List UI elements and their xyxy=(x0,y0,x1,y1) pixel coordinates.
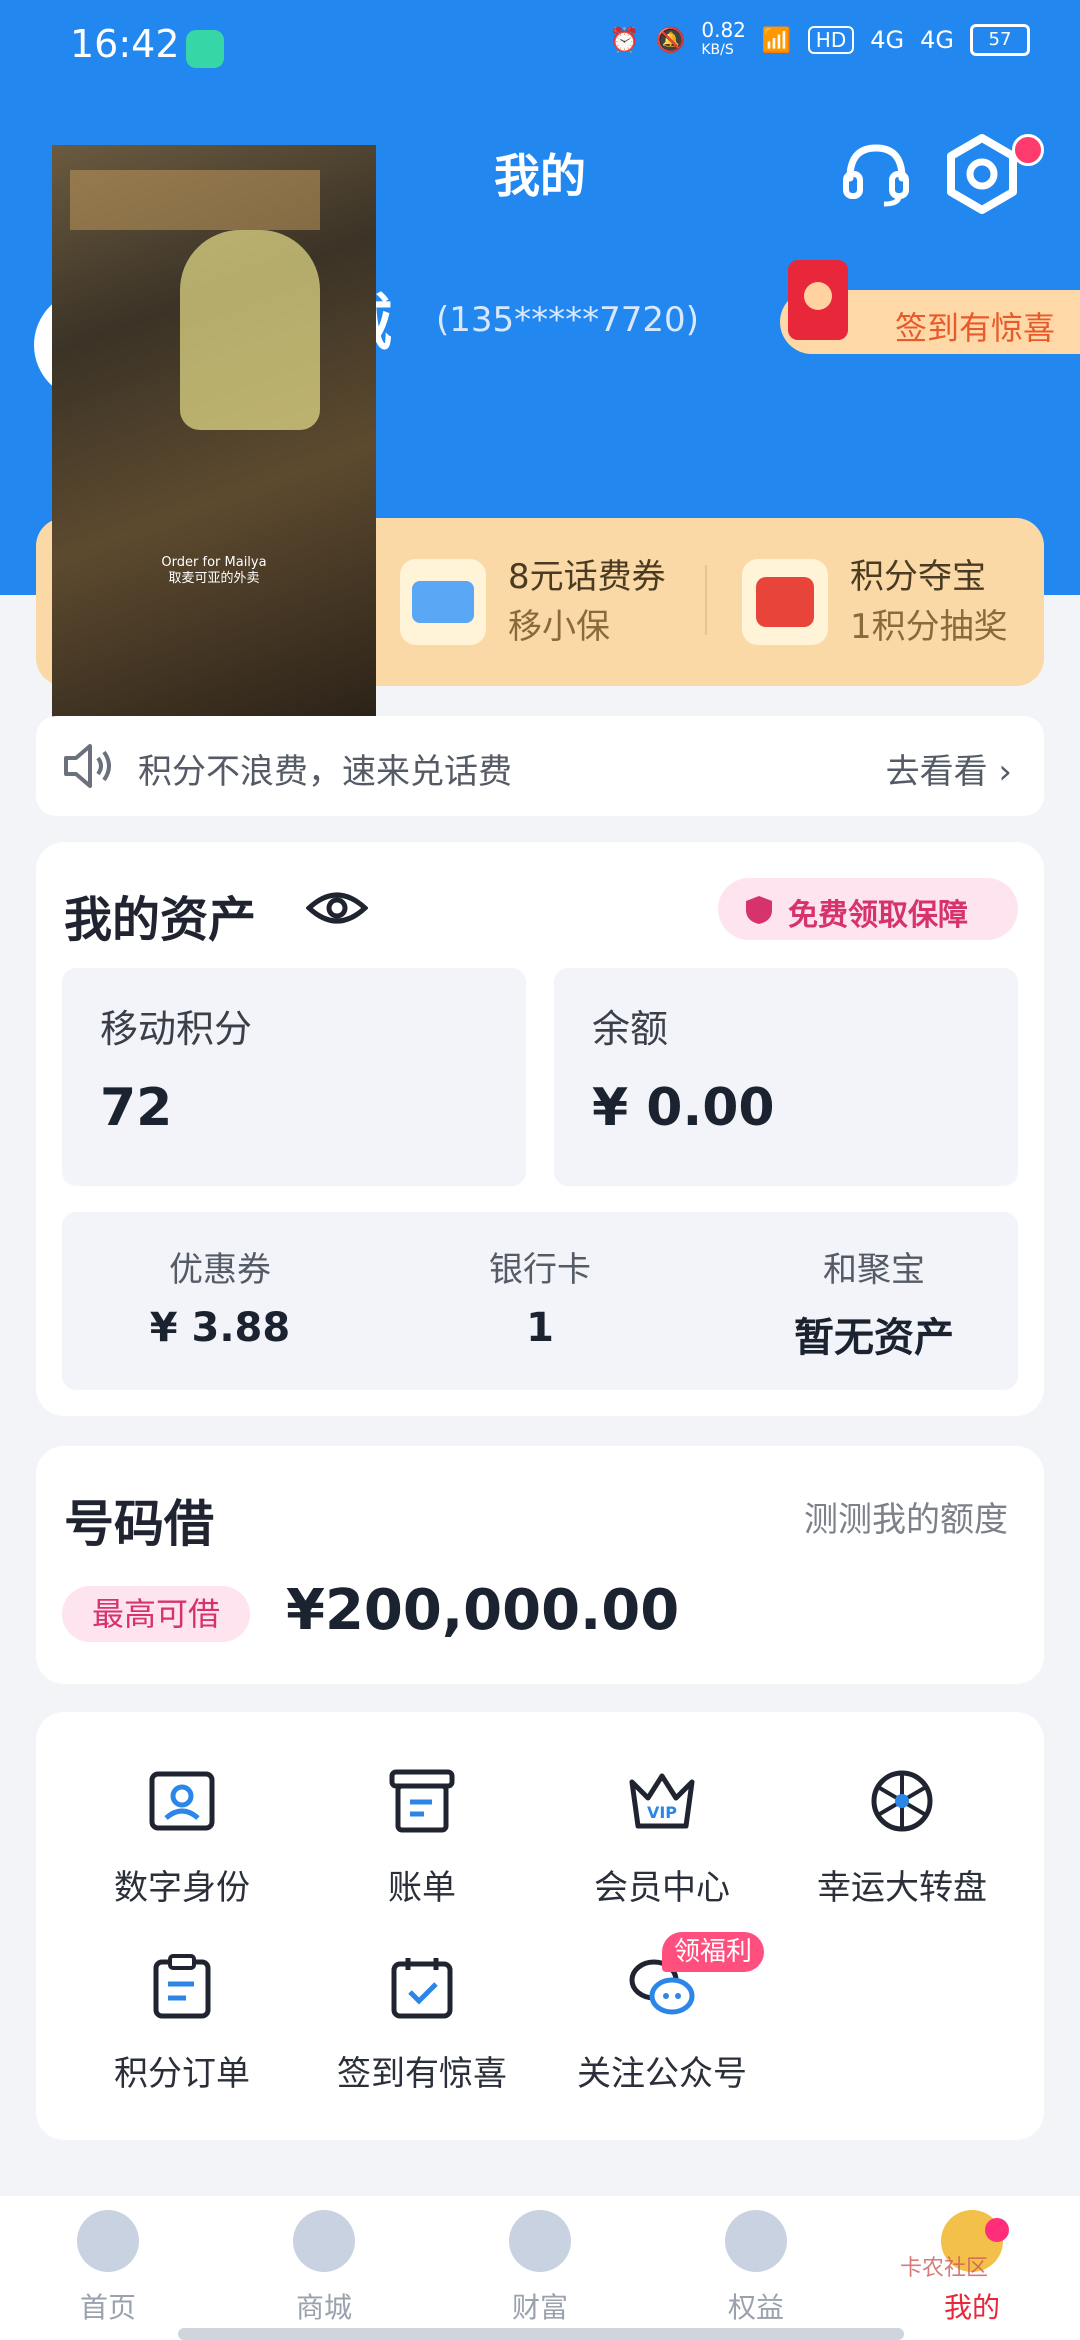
balance-label: 余额 xyxy=(592,1007,669,1051)
tab-notification-dot xyxy=(985,2218,1009,2242)
notice-text: 积分不浪费，速来兑话费 xyxy=(138,752,512,792)
gesture-home-bar[interactable] xyxy=(178,2328,904,2340)
promo-subtitle: 移小保 xyxy=(508,607,610,647)
video-caption: Order for Mailya 取麦可亚的外卖 xyxy=(161,555,267,586)
service-bill[interactable]: 账单 xyxy=(302,1768,542,1909)
notification-app-icon xyxy=(186,30,224,68)
welfare-badge: 领福利 xyxy=(662,1932,765,1972)
shield-icon xyxy=(746,896,772,924)
treasure-chest-icon xyxy=(742,559,828,645)
video-frame-light xyxy=(70,170,320,230)
tab-mall[interactable]: 商城 xyxy=(254,2210,394,2326)
status-time: 16:42 xyxy=(70,22,180,66)
promo-divider xyxy=(705,565,707,635)
home-icon xyxy=(77,2210,139,2272)
settings-gear-icon[interactable] xyxy=(940,132,1024,216)
loan-title: 号码借 xyxy=(64,1495,214,1553)
battery-icon: 57 xyxy=(970,24,1030,56)
wealth-icon xyxy=(509,2210,571,2272)
coupon-stat[interactable]: 优惠券 ¥ 3.88 xyxy=(100,1242,340,1351)
service-follow-official-account[interactable]: 关注公众号 xyxy=(542,1954,782,2095)
promo-title: 8元话费券 xyxy=(508,557,666,597)
hejubao-stat[interactable]: 和聚宝 暂无资产 xyxy=(754,1242,994,1363)
sign-in-reward-label[interactable]: 签到有惊喜 xyxy=(895,303,1055,349)
promo-item-treasure[interactable]: 积分夺宝 1积分抽奖 xyxy=(742,552,1008,652)
max-loan-tag: 最高可借 xyxy=(62,1586,250,1642)
balance-value: ¥ 0.00 xyxy=(592,1078,775,1138)
status-icons: ⏰ 🔕 0.82 KB/S 📶 HD 4G 4G 57 xyxy=(610,20,1030,60)
rights-icon xyxy=(725,2210,787,2272)
bill-icon xyxy=(389,1769,455,1833)
service-sign-in[interactable]: 签到有惊喜 xyxy=(302,1954,542,2095)
id-card-icon xyxy=(149,1771,215,1831)
tab-wealth[interactable]: 财富 xyxy=(470,2210,610,2326)
mall-icon xyxy=(293,2210,355,2272)
service-points-order[interactable]: 积分订单 xyxy=(62,1954,302,2095)
bankcard-stat[interactable]: 银行卡 1 xyxy=(420,1242,660,1351)
promo-subtitle: 1积分抽奖 xyxy=(850,607,1008,647)
lucky-wheel-icon xyxy=(871,1770,933,1832)
promo-title: 积分夺宝 xyxy=(850,557,986,597)
phone-number: (135*****7720) xyxy=(436,300,699,340)
settings-notification-dot xyxy=(1012,134,1044,166)
wifi-icon: 📶 xyxy=(761,26,792,54)
service-lucky-wheel[interactable]: 幸运大转盘 xyxy=(782,1768,1022,1909)
vip-crown-icon: VIP xyxy=(629,1773,695,1829)
free-protection-label[interactable]: 免费领取保障 xyxy=(788,890,968,934)
tab-rights[interactable]: 权益 xyxy=(686,2210,826,2326)
svg-text:VIP: VIP xyxy=(647,1803,677,1822)
speaker-icon xyxy=(64,744,111,788)
loan-card[interactable] xyxy=(36,1446,1044,1684)
mobile-points-box[interactable]: 移动积分 72 xyxy=(62,968,526,1186)
chevron-right-icon: › xyxy=(998,752,1012,792)
check-credit-link[interactable]: 测测我的额度 xyxy=(804,1492,1008,1541)
net-speed: 0.82 KB/S xyxy=(701,18,746,58)
alarm-icon: ⏰ xyxy=(609,26,640,54)
watermark: 卡农社区 xyxy=(900,2256,989,2281)
notice-link[interactable]: 去看看 › xyxy=(886,744,1012,793)
mute-icon: 🔕 xyxy=(655,26,686,54)
signal-2: 4G xyxy=(920,26,954,54)
customer-service-icon[interactable] xyxy=(840,138,912,210)
service-vip-center[interactable]: VIP 会员中心 xyxy=(542,1768,782,1909)
clipboard-icon xyxy=(153,1954,211,2019)
ticket-icon xyxy=(400,559,486,645)
hd-badge: HD xyxy=(807,26,855,54)
assets-title: 我的资产 xyxy=(64,892,257,948)
eye-icon[interactable] xyxy=(306,888,368,928)
points-label: 移动积分 xyxy=(100,1007,253,1051)
promo-item-coupon[interactable]: 8元话费券 移小保 xyxy=(400,552,666,652)
loan-amount: ¥200,000.00 xyxy=(286,1578,680,1643)
calendar-check-icon xyxy=(391,1958,453,2019)
floating-video-player[interactable] xyxy=(52,145,376,720)
service-digital-id[interactable]: 数字身份 xyxy=(62,1768,302,1909)
signal-1: 4G xyxy=(870,26,905,54)
status-bar: 16:42 ⏰ 🔕 0.82 KB/S 📶 HD 4G 4G 57 xyxy=(0,0,1080,95)
points-value: 72 xyxy=(100,1078,173,1138)
red-envelope-icon xyxy=(788,260,848,340)
tab-home[interactable]: 首页 xyxy=(38,2210,178,2326)
balance-box[interactable]: 余额 ¥ 0.00 xyxy=(554,968,1018,1186)
video-frame-person xyxy=(180,230,320,430)
